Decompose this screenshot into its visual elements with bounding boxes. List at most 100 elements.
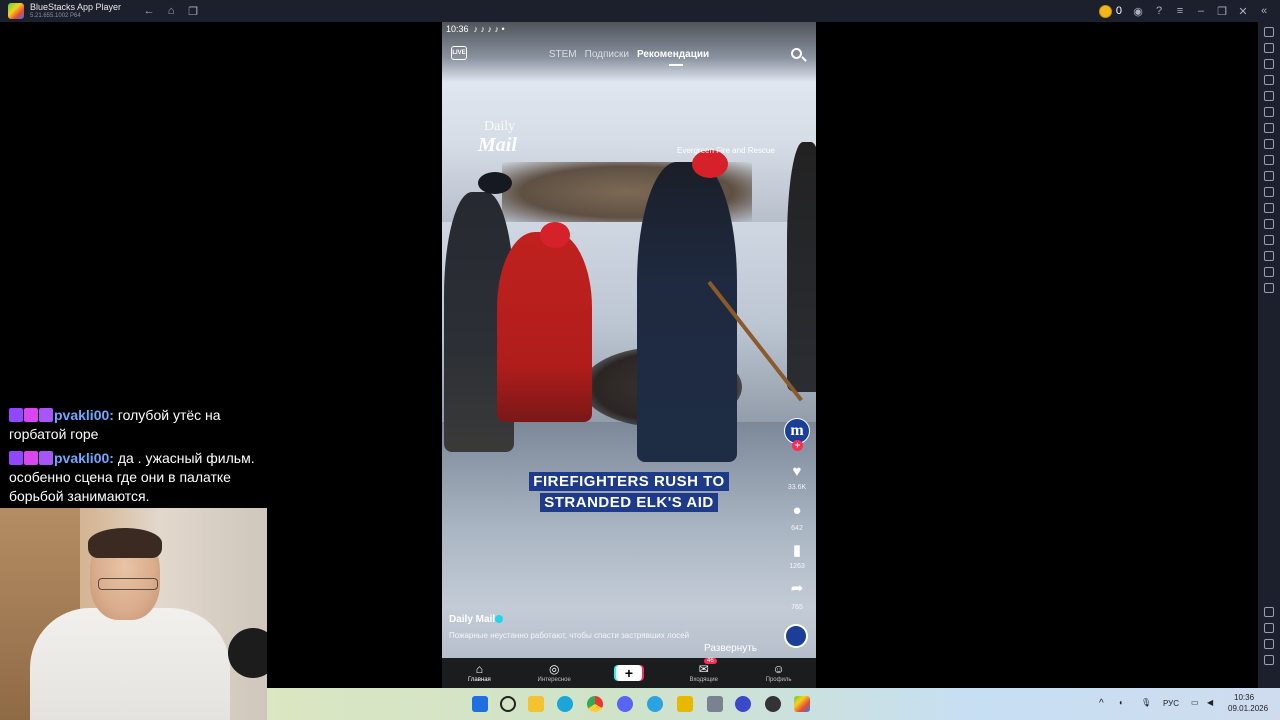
caption-line-2: STRANDED ELK'S AID (540, 493, 718, 512)
home-icon[interactable]: ⌂ (163, 3, 179, 19)
clock-date[interactable]: 09.01.2026 (1228, 704, 1268, 713)
tab-following[interactable]: Подписки (585, 49, 629, 60)
airplane-icon[interactable] (1264, 203, 1274, 213)
screen-record-icon[interactable] (1264, 91, 1274, 101)
game-controls-icon[interactable] (1264, 107, 1274, 117)
media-icon[interactable] (1264, 59, 1274, 69)
macro-icon[interactable] (1264, 123, 1274, 133)
back-arrow-icon[interactable]: ← (141, 3, 157, 19)
nav-profile[interactable]: ☺ Профиль (749, 663, 809, 684)
sub-badge-icon (39, 408, 53, 422)
performance-icon[interactable] (1264, 139, 1274, 149)
active-tab-indicator (669, 64, 683, 66)
settings-gear-icon[interactable] (1264, 607, 1274, 617)
inbox-icon: ✉ (698, 662, 709, 676)
follow-plus-icon[interactable]: + (792, 440, 803, 451)
windows-start-icon[interactable] (472, 696, 488, 712)
multi-instance-icon[interactable]: ❐ (185, 3, 201, 19)
bluestacks-titlebar: BlueStacks App Player 5.21.655.1002 P64 … (0, 0, 1280, 22)
gallery-icon[interactable] (1264, 187, 1274, 197)
menu-icon[interactable]: ≡ (1172, 3, 1188, 19)
feed-tabs: STEM Подписки Рекомендации (442, 49, 816, 60)
clock-time[interactable]: 10:36 (1234, 693, 1254, 702)
watermark-mail: Mail (478, 134, 517, 156)
nav-inbox-label: Входящие (689, 677, 718, 683)
status-bar: 10:36 ♪ ♪ ♪ ♪ • (446, 24, 505, 34)
camera-icon[interactable] (1264, 171, 1274, 181)
language-indicator[interactable]: РУС (1163, 699, 1179, 708)
video-description[interactable]: Пожарные неустанно работают, чтобы спаст… (449, 631, 749, 640)
tray-network-app-icon[interactable]: ◐ (1119, 698, 1124, 707)
eco-mode-icon[interactable] (1264, 235, 1274, 245)
screenshot-icon[interactable] (1264, 155, 1274, 165)
tab-stem[interactable]: STEM (549, 49, 577, 60)
nav-inbox[interactable]: ✉ Входящие (674, 662, 734, 684)
expand-description-link[interactable]: Развернуть (704, 643, 757, 654)
sync-icon[interactable] (1264, 283, 1274, 293)
layers-icon[interactable] (1264, 267, 1274, 277)
like-heart-icon[interactable]: ♥ (789, 463, 805, 480)
recent-apps-icon[interactable] (1264, 655, 1274, 665)
chrome-icon[interactable] (587, 696, 603, 712)
webcam-microphone (228, 628, 267, 678)
webcam-hair (88, 528, 162, 558)
chat-message: pvakli00: да . ужасный фильм. особенно с… (9, 449, 264, 506)
file-explorer-icon[interactable] (528, 696, 544, 712)
video-person-right (787, 142, 816, 392)
title-block: BlueStacks App Player 5.21.655.1002 P64 (30, 3, 121, 20)
coin-count: 0 (1115, 5, 1122, 17)
tray-monitor-icon[interactable]: ▭ (1191, 698, 1199, 707)
music-disc-icon[interactable] (784, 624, 808, 648)
nav-discover[interactable]: ◎ Интересное (524, 663, 584, 684)
webcam-glasses (98, 578, 158, 590)
keyboard-icon[interactable] (1264, 75, 1274, 85)
location-icon[interactable] (1264, 251, 1274, 261)
windows-taskbar: ^ ◐ 🎙︎ РУС ▭ ◀ 10:36 09.01.2026 (267, 688, 1280, 720)
bookmark-icon[interactable]: ▮ (789, 542, 805, 559)
fullscreen-icon[interactable] (1264, 27, 1274, 37)
author-name[interactable]: Daily Mail (449, 614, 495, 625)
android-back-icon[interactable] (1264, 623, 1274, 633)
help-icon[interactable]: ? (1151, 3, 1167, 19)
comment-count: 642 (791, 525, 803, 532)
video-frame-water (442, 422, 816, 688)
nav-home-label: Главная (467, 677, 491, 683)
tab-for-you[interactable]: Рекомендации (637, 49, 709, 60)
twitch-badge-icon (9, 408, 23, 422)
share-arrow-icon[interactable]: ➦ (789, 580, 805, 597)
tiktok-screen[interactable]: Daily Mail Evergreen Fire and Rescue 10:… (442, 22, 816, 688)
sub-badge-icon (39, 451, 53, 465)
search-icon[interactable] (791, 48, 802, 59)
keepass-icon[interactable] (677, 696, 693, 712)
minimize-icon[interactable]: – (1193, 3, 1209, 19)
tray-volume-icon[interactable]: ◀ (1207, 698, 1213, 707)
video-credit: Evergreen Fire and Rescue (677, 146, 775, 155)
discord-icon[interactable] (617, 696, 633, 712)
telegram-icon[interactable] (647, 696, 663, 712)
bluestacks-taskbar-icon[interactable] (794, 696, 810, 712)
webcam-body (30, 608, 230, 720)
restore-icon[interactable]: ❐ (1214, 3, 1230, 19)
inbox-badge: 46 (704, 658, 717, 664)
video-firefighter-center (637, 162, 737, 462)
nav-home[interactable]: ⌂ Главная (449, 663, 509, 684)
android-home-icon[interactable] (1264, 639, 1274, 649)
coin-icon[interactable] (1098, 4, 1112, 18)
account-icon[interactable]: ◉ (1130, 3, 1146, 19)
video-cap (478, 172, 512, 194)
window-app-icon[interactable] (707, 696, 723, 712)
files-icon[interactable] (1264, 219, 1274, 229)
nav-discover-label: Интересное (537, 677, 571, 683)
tray-mic-icon[interactable]: 🎙︎ (1141, 698, 1151, 707)
close-icon[interactable]: ✕ (1235, 3, 1251, 19)
edge-icon[interactable] (557, 696, 573, 712)
nav-buttons: ← ⌂ ❐ (141, 3, 201, 19)
nav-create[interactable]: + (599, 665, 659, 681)
chat-app-icon[interactable] (735, 696, 751, 712)
search-taskbar-icon[interactable] (500, 696, 516, 712)
comment-icon[interactable]: ● (789, 502, 805, 519)
tray-chevron-icon[interactable]: ^ (1099, 698, 1104, 709)
obs-icon[interactable] (765, 696, 781, 712)
volume-icon[interactable] (1264, 43, 1274, 53)
collapse-sidebar-icon[interactable]: « (1256, 3, 1272, 19)
